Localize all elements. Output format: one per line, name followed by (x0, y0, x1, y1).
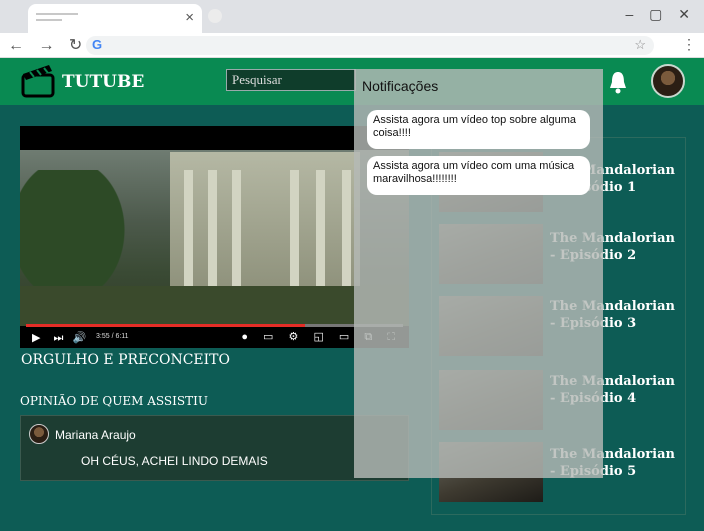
settings-gear-icon[interactable]: ⚙ (289, 331, 305, 343)
subtitles-icon[interactable]: ▭ (263, 331, 279, 343)
reviewer-name[interactable]: Mariana Araujo (55, 428, 136, 442)
volume-icon[interactable]: 🔊 (73, 332, 87, 344)
player-controls: ▶ ⏭ 🔊 (32, 331, 86, 345)
video-player[interactable]: ▶ ⏭ 🔊 3:55 / 6:11 ● ▭ ⚙ ◱ ▭ ⧉ ⛶ (20, 126, 409, 348)
tab-title-placeholder (36, 13, 78, 25)
autoplay-toggle-icon[interactable]: ● (241, 331, 254, 343)
tab-close-icon[interactable]: × (185, 9, 194, 26)
browser-tabbar: × – ▢ ✕ (0, 0, 704, 33)
notifications-title: Notificações (362, 78, 439, 94)
miniplayer-icon[interactable]: ◱ (313, 331, 329, 343)
theater-icon[interactable]: ▭ (339, 331, 355, 343)
notification-item[interactable]: Assista agora um vídeo top sobre alguma … (367, 110, 590, 149)
google-icon: G (92, 37, 103, 52)
reviewer-avatar[interactable] (29, 424, 49, 444)
user-avatar[interactable] (651, 64, 685, 98)
temple-image (170, 152, 360, 292)
next-icon[interactable]: ⏭ (54, 332, 64, 344)
progress-bar[interactable] (26, 324, 403, 327)
video-frame (20, 150, 409, 326)
address-bar-row: ← → ↻ G ☆ ⋮ (0, 33, 704, 58)
window-controls[interactable]: – ▢ ✕ (625, 6, 696, 23)
nav-buttons[interactable]: ← → ↻ (8, 35, 87, 55)
brand-name[interactable]: TUTUBE (62, 72, 144, 92)
bell-icon[interactable] (608, 70, 628, 94)
progress-fill (26, 324, 305, 327)
reviews-section-title: OPINIÃO DE QUEM ASSISTIU (20, 394, 208, 408)
url-bar[interactable]: G ☆ (86, 36, 654, 55)
clapperboard-icon[interactable] (21, 62, 55, 98)
play-icon[interactable]: ▶ (32, 332, 40, 344)
search-input[interactable] (226, 69, 356, 91)
notifications-panel: Notificações Assista agora um vídeo top … (354, 69, 603, 478)
review-card: Mariana Araujo OH CÉUS, ACHEI LINDO DEMA… (20, 415, 409, 481)
browser-tab[interactable]: × (28, 4, 202, 33)
review-text: OH CÉUS, ACHEI LINDO DEMAIS (81, 454, 268, 468)
video-title: ORGULHO E PRECONCEITO (21, 352, 231, 368)
time-display: 3:55 / 6:11 (96, 333, 129, 340)
bookmark-star-icon[interactable]: ☆ (634, 37, 646, 53)
notification-item[interactable]: Assista agora um vídeo com uma música ma… (367, 156, 590, 195)
browser-menu-icon[interactable]: ⋮ (682, 36, 696, 53)
new-tab-button[interactable] (208, 9, 222, 23)
